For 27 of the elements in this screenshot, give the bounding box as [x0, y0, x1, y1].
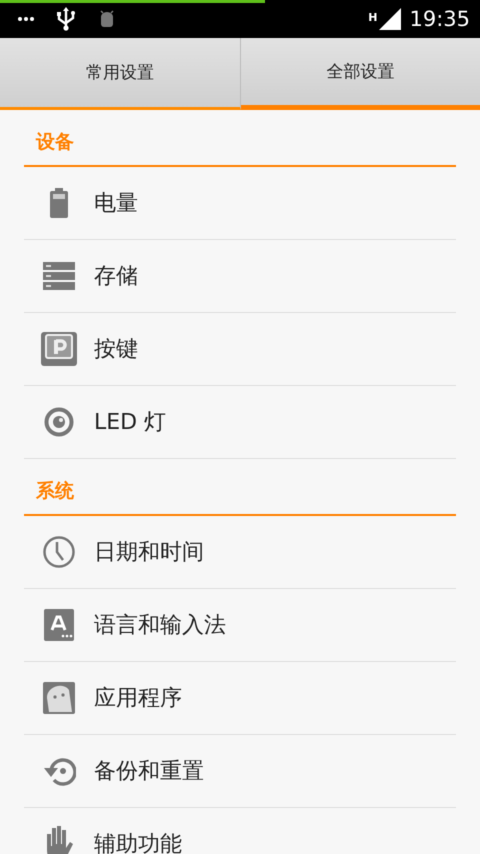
settings-item[interactable]: 备份和重置 [24, 735, 456, 808]
restore-icon [42, 756, 76, 786]
robot-icon [43, 682, 75, 714]
settings-item[interactable]: 按键 [24, 313, 456, 386]
settings-item[interactable]: 存储 [24, 240, 456, 313]
settings-item[interactable]: 日期和时间 [24, 516, 456, 589]
signal-icon [379, 8, 402, 30]
settings-item[interactable]: LED 灯 [24, 386, 456, 459]
section-header: 设备 [24, 110, 456, 167]
target-icon [44, 407, 74, 437]
clock-icon [43, 536, 75, 568]
language-icon [44, 609, 74, 641]
network-type: H [368, 11, 378, 24]
key-icon [41, 332, 77, 366]
tab[interactable]: 常用设置 [0, 38, 240, 110]
usb-icon [56, 7, 76, 31]
settings-item[interactable]: 语言和输入法 [24, 589, 456, 662]
tab[interactable]: 全部设置 [240, 38, 480, 110]
more-icon [18, 17, 34, 21]
section-header: 系统 [24, 459, 456, 516]
settings-item[interactable]: 应用程序 [24, 662, 456, 735]
settings-item[interactable]: 电量 [24, 167, 456, 240]
bug-icon [98, 10, 116, 28]
storage-icon [43, 262, 75, 290]
battery-icon [49, 188, 69, 218]
clock-time: 19:35 [409, 7, 470, 31]
settings-item[interactable]: 辅助功能 [24, 808, 456, 854]
